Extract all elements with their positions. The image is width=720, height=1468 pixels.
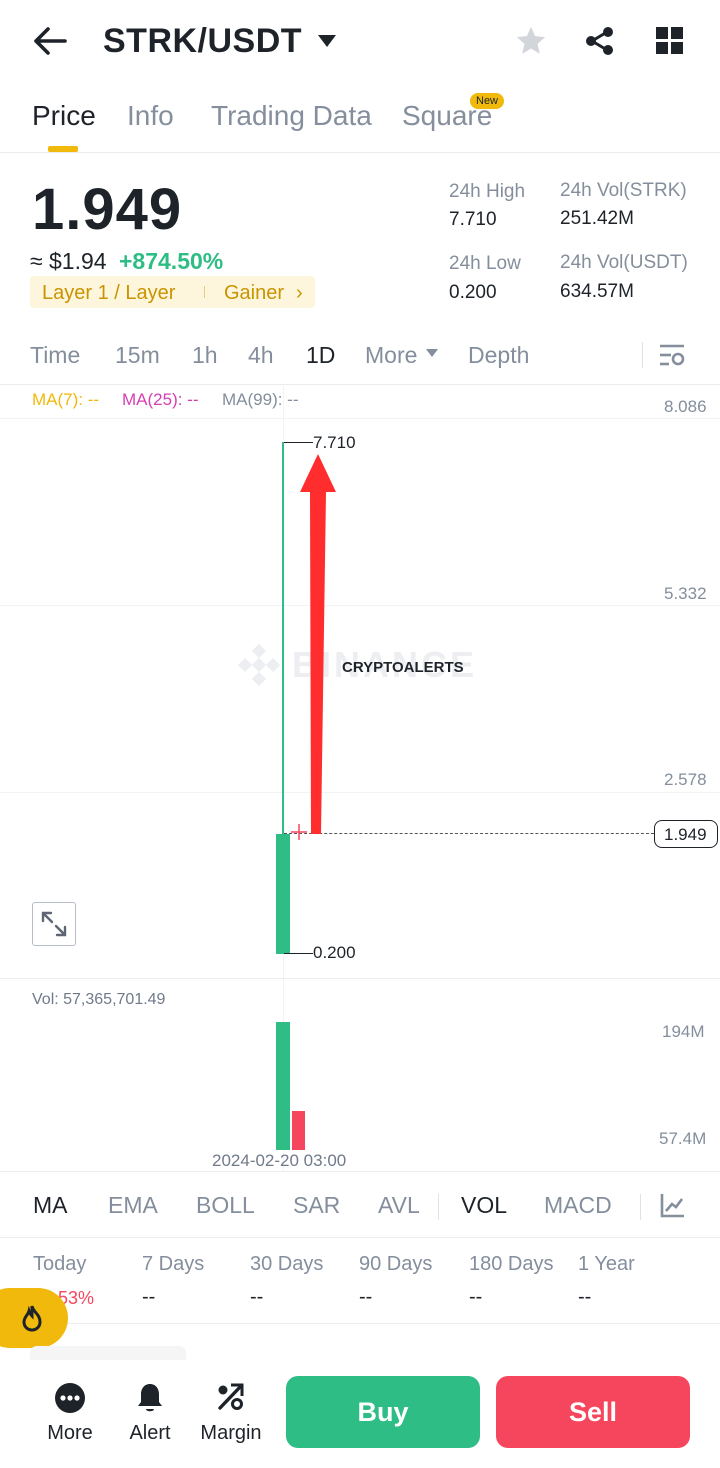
volume-bar (276, 1022, 290, 1150)
tab-info[interactable]: Info (127, 100, 174, 132)
stat-high-label: 24h High (449, 181, 526, 202)
margin-icon[interactable] (215, 1382, 245, 1412)
period-180d-value: -- (469, 1286, 483, 1308)
ma25-label: MA(25): -- (122, 390, 199, 409)
buy-button[interactable]: Buy (286, 1376, 480, 1448)
indicator-sar[interactable]: SAR (293, 1192, 340, 1219)
stat-high-value: 7.710 (449, 209, 497, 230)
share-icon[interactable] (583, 25, 615, 57)
ma99-label: MA(99): -- (222, 390, 299, 409)
indicator-ma[interactable]: MA (33, 1192, 68, 1219)
tab-trading-data[interactable]: Trading Data (211, 100, 372, 132)
gridline (0, 418, 720, 419)
stat-low-label: 24h Low (449, 253, 521, 274)
indicator-vol[interactable]: VOL (461, 1192, 507, 1219)
sell-button[interactable]: Sell (496, 1376, 690, 1448)
stat-vol-quote-label: 24h Vol(USDT) (560, 252, 688, 273)
chart-settings-icon[interactable] (658, 342, 686, 368)
interval-15m[interactable]: 15m (115, 342, 160, 369)
more-label[interactable]: More (40, 1422, 100, 1445)
star-icon[interactable] (514, 24, 548, 58)
high-marker-label: 7.710 (313, 433, 356, 452)
red-arrow-annotation (300, 454, 336, 834)
chevron-right-icon[interactable]: › (296, 282, 303, 305)
expand-icon[interactable] (40, 910, 68, 938)
margin-label[interactable]: Margin (195, 1422, 267, 1445)
last-price: 1.949 (32, 177, 183, 242)
low-marker-label: 0.200 (313, 943, 356, 962)
divider (642, 342, 643, 368)
period-30d-label: 30 Days (250, 1253, 324, 1275)
tab-price[interactable]: Price (32, 100, 96, 132)
grid-menu-icon[interactable] (656, 27, 684, 55)
bell-icon[interactable] (136, 1382, 164, 1414)
indicator-macd[interactable]: MACD (544, 1192, 612, 1219)
divider (0, 1171, 720, 1172)
change-percent: +874.50% (119, 248, 224, 274)
indicator-avl[interactable]: AVL (378, 1192, 420, 1219)
interval-1h[interactable]: 1h (192, 342, 218, 369)
chart-divider (0, 978, 720, 979)
interval-depth[interactable]: Depth (468, 342, 529, 369)
stat-vol-base-value: 251.42M (560, 208, 634, 229)
current-price-label: 1.949 (664, 825, 707, 844)
indicator-settings-icon[interactable] (660, 1192, 686, 1218)
binance-logo-watermark (237, 643, 281, 687)
fire-icon[interactable] (20, 1304, 44, 1332)
indicator-ema[interactable]: EMA (108, 1192, 158, 1219)
interval-4h[interactable]: 4h (248, 342, 274, 369)
new-badge: New (470, 93, 505, 109)
candle-body[interactable] (276, 834, 290, 954)
interval-more[interactable]: More (365, 342, 417, 369)
divider (640, 1194, 641, 1220)
period-7d-label: 7 Days (142, 1253, 205, 1275)
pair-title[interactable]: STRK/USDT (103, 22, 302, 61)
stat-low-value: 0.200 (449, 282, 497, 303)
divider (0, 1237, 720, 1238)
ma7-label: MA(7): -- (32, 390, 100, 409)
period-1y-value: -- (578, 1286, 592, 1308)
high-marker-line (284, 442, 313, 443)
gridline (0, 605, 720, 606)
price-axis-label: 2.578 (664, 770, 707, 789)
interval-1d[interactable]: 1D (306, 342, 335, 369)
low-marker-line (284, 953, 313, 954)
more-icon[interactable] (54, 1382, 86, 1414)
price-axis-label: 8.086 (664, 397, 707, 416)
divider (0, 384, 720, 385)
more-caret-icon[interactable] (425, 348, 439, 358)
volume-label: Vol: 57,365,701.49 (32, 991, 166, 1008)
interval-time[interactable]: Time (30, 342, 80, 369)
period-90d-label: 90 Days (359, 1253, 433, 1275)
volume-axis-label: 194M (662, 1022, 705, 1041)
period-7d-value: -- (142, 1286, 156, 1308)
gridline (0, 792, 720, 793)
period-30d-value: -- (250, 1286, 264, 1308)
volume-bar (292, 1111, 305, 1150)
tag-divider (204, 286, 205, 298)
tag-category[interactable]: Layer 1 / Layer (42, 282, 175, 305)
alert-label[interactable]: Alert (120, 1422, 180, 1445)
stat-vol-quote-value: 634.57M (560, 281, 634, 302)
usd-price: ≈ $1.94 (30, 248, 107, 274)
divider (0, 1323, 720, 1324)
period-180d-label: 180 Days (469, 1253, 554, 1275)
indicator-boll[interactable]: BOLL (196, 1192, 255, 1219)
volume-axis-label: 57.4M (659, 1129, 707, 1148)
stat-vol-base-label: 24h Vol(STRK) (560, 180, 687, 201)
period-90d-value: -- (359, 1286, 373, 1308)
period-today-label: Today (33, 1253, 87, 1275)
overlay-text: CRYPTOALERTS (342, 659, 464, 676)
date-label: 2024-02-20 03:00 (212, 1151, 347, 1170)
divider (438, 1194, 439, 1220)
partial-card (30, 1346, 186, 1360)
caret-down-icon[interactable] (317, 34, 337, 48)
period-1y-label: 1 Year (578, 1253, 635, 1275)
tag-gainer[interactable]: Gainer (224, 282, 284, 305)
back-arrow-icon[interactable] (33, 26, 67, 56)
price-axis-label: 5.332 (664, 584, 707, 603)
divider (0, 152, 720, 153)
